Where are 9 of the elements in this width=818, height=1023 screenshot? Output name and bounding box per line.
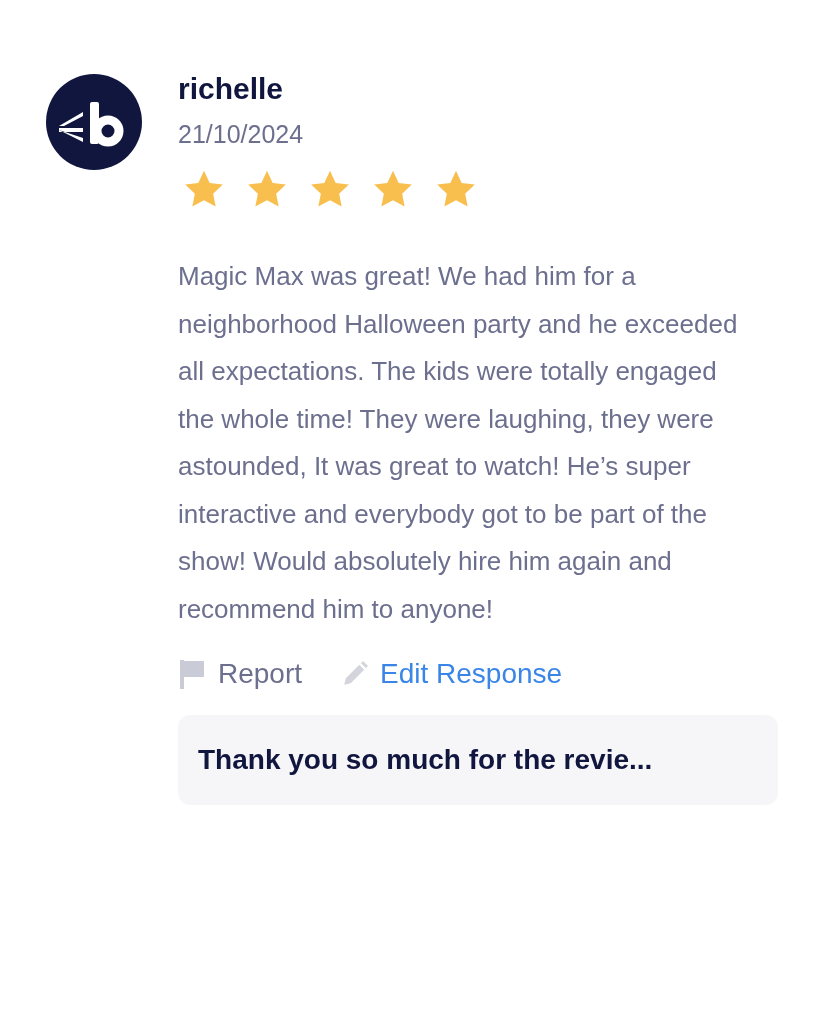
edit-response-link[interactable]: Edit Response bbox=[342, 653, 563, 695]
review-date: 21/10/2024 bbox=[178, 118, 305, 150]
pencil-icon bbox=[342, 661, 369, 687]
review-text: Magic Max was great! We had him for a neighborhood Halloween party and he exceeded all expectations. The kids were totally engaged the whole time! They were laughing, they were astounded, It was great to watch! He’s super interactive and everybody got to be part of the show! Would absolutely hire him again and recommend him to anyone! bbox=[178, 260, 739, 626]
flag-icon bbox=[178, 659, 206, 689]
avatar-logo-icon bbox=[46, 74, 142, 170]
report-button[interactable]: Report bbox=[178, 653, 303, 695]
response-text: Thank you so much for the revie... bbox=[198, 744, 653, 775]
reviewer-name: richelle bbox=[178, 71, 285, 107]
